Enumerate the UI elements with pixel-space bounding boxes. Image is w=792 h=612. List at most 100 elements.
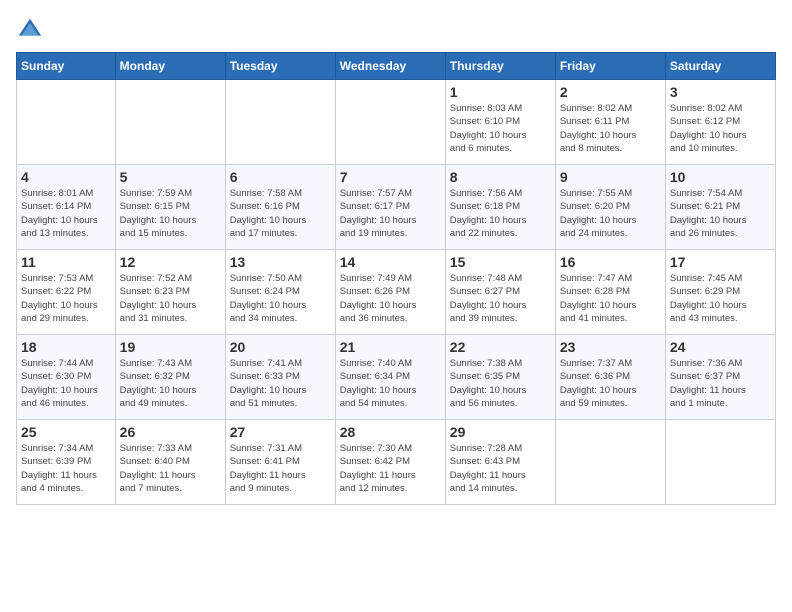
calendar-cell: 26 Sunrise: 7:33 AM Sunset: 6:40 PM Dayli… (115, 420, 225, 505)
day-info: Sunrise: 7:59 AM Sunset: 6:15 PM Dayligh… (120, 187, 221, 240)
calendar-cell (555, 420, 665, 505)
calendar-week-4: 18 Sunrise: 7:44 AM Sunset: 6:30 PM Dayli… (17, 335, 776, 420)
day-info: Sunrise: 7:28 AM Sunset: 6:43 PM Dayligh… (450, 442, 551, 495)
day-number: 18 (21, 339, 111, 355)
day-info: Sunrise: 7:34 AM Sunset: 6:39 PM Dayligh… (21, 442, 111, 495)
weekday-header-saturday: Saturday (665, 53, 775, 80)
weekday-header-wednesday: Wednesday (335, 53, 445, 80)
day-number: 25 (21, 424, 111, 440)
calendar-cell: 21Sunrise: 7:40 AM Sunset: 6:34 PM Dayli… (335, 335, 445, 420)
day-info: Sunrise: 8:01 AM Sunset: 6:14 PM Dayligh… (21, 187, 111, 240)
day-number: 23 (560, 339, 661, 355)
weekday-header-friday: Friday (555, 53, 665, 80)
day-number: 19 (120, 339, 221, 355)
calendar-cell: 28 Sunrise: 7:30 AM Sunset: 6:42 PM Dayli… (335, 420, 445, 505)
weekday-header-monday: Monday (115, 53, 225, 80)
calendar-cell: 18 Sunrise: 7:44 AM Sunset: 6:30 PM Dayli… (17, 335, 116, 420)
day-number: 11 (21, 254, 111, 270)
day-info: Sunrise: 7:57 AM Sunset: 6:17 PM Dayligh… (340, 187, 441, 240)
weekday-header-row: SundayMondayTuesdayWednesdayThursdayFrid… (17, 53, 776, 80)
day-info: Sunrise: 7:36 AM Sunset: 6:37 PM Dayligh… (670, 357, 771, 410)
day-number: 9 (560, 169, 661, 185)
day-number: 29 (450, 424, 551, 440)
day-number: 13 (230, 254, 331, 270)
day-number: 27 (230, 424, 331, 440)
calendar-cell: 15 Sunrise: 7:48 AM Sunset: 6:27 PM Dayli… (445, 250, 555, 335)
calendar-cell (17, 80, 116, 165)
day-info: Sunrise: 7:47 AM Sunset: 6:28 PM Dayligh… (560, 272, 661, 325)
day-number: 1 (450, 84, 551, 100)
calendar-cell (115, 80, 225, 165)
day-number: 6 (230, 169, 331, 185)
calendar-week-2: 4 Sunrise: 8:01 AM Sunset: 6:14 PM Daylig… (17, 165, 776, 250)
day-info: Sunrise: 8:03 AM Sunset: 6:10 PM Dayligh… (450, 102, 551, 155)
calendar-cell: 27 Sunrise: 7:31 AM Sunset: 6:41 PM Dayli… (225, 420, 335, 505)
day-number: 15 (450, 254, 551, 270)
day-number: 4 (21, 169, 111, 185)
page-header (16, 16, 776, 44)
day-number: 5 (120, 169, 221, 185)
calendar-cell: 17Sunrise: 7:45 AM Sunset: 6:29 PM Dayli… (665, 250, 775, 335)
day-number: 14 (340, 254, 441, 270)
day-number: 16 (560, 254, 661, 270)
day-info: Sunrise: 7:48 AM Sunset: 6:27 PM Dayligh… (450, 272, 551, 325)
day-info: Sunrise: 7:37 AM Sunset: 6:36 PM Dayligh… (560, 357, 661, 410)
calendar-cell: 7 Sunrise: 7:57 AM Sunset: 6:17 PM Daylig… (335, 165, 445, 250)
day-number: 26 (120, 424, 221, 440)
day-info: Sunrise: 7:30 AM Sunset: 6:42 PM Dayligh… (340, 442, 441, 495)
day-number: 20 (230, 339, 331, 355)
calendar-cell: 1 Sunrise: 8:03 AM Sunset: 6:10 PM Daylig… (445, 80, 555, 165)
day-info: Sunrise: 7:54 AM Sunset: 6:21 PM Dayligh… (670, 187, 771, 240)
calendar-cell (225, 80, 335, 165)
day-info: Sunrise: 7:56 AM Sunset: 6:18 PM Dayligh… (450, 187, 551, 240)
weekday-header-thursday: Thursday (445, 53, 555, 80)
calendar-cell: 9 Sunrise: 7:55 AM Sunset: 6:20 PM Daylig… (555, 165, 665, 250)
logo (16, 16, 48, 44)
calendar-cell: 8 Sunrise: 7:56 AM Sunset: 6:18 PM Daylig… (445, 165, 555, 250)
calendar-week-1: 1 Sunrise: 8:03 AM Sunset: 6:10 PM Daylig… (17, 80, 776, 165)
calendar-cell (335, 80, 445, 165)
day-info: Sunrise: 7:43 AM Sunset: 6:32 PM Dayligh… (120, 357, 221, 410)
calendar-cell: 3Sunrise: 8:02 AM Sunset: 6:12 PM Daylig… (665, 80, 775, 165)
calendar-cell: 14Sunrise: 7:49 AM Sunset: 6:26 PM Dayli… (335, 250, 445, 335)
day-info: Sunrise: 7:40 AM Sunset: 6:34 PM Dayligh… (340, 357, 441, 410)
calendar-cell: 10 Sunrise: 7:54 AM Sunset: 6:21 PM Dayli… (665, 165, 775, 250)
day-info: Sunrise: 7:41 AM Sunset: 6:33 PM Dayligh… (230, 357, 331, 410)
day-info: Sunrise: 8:02 AM Sunset: 6:12 PM Dayligh… (670, 102, 771, 155)
day-number: 22 (450, 339, 551, 355)
day-number: 12 (120, 254, 221, 270)
calendar-week-3: 11Sunrise: 7:53 AM Sunset: 6:22 PM Dayli… (17, 250, 776, 335)
day-info: Sunrise: 7:38 AM Sunset: 6:35 PM Dayligh… (450, 357, 551, 410)
calendar-cell: 4 Sunrise: 8:01 AM Sunset: 6:14 PM Daylig… (17, 165, 116, 250)
calendar-cell: 2 Sunrise: 8:02 AM Sunset: 6:11 PM Daylig… (555, 80, 665, 165)
calendar-cell: 19 Sunrise: 7:43 AM Sunset: 6:32 PM Dayli… (115, 335, 225, 420)
day-info: Sunrise: 7:44 AM Sunset: 6:30 PM Dayligh… (21, 357, 111, 410)
day-number: 17 (670, 254, 771, 270)
weekday-header-tuesday: Tuesday (225, 53, 335, 80)
day-info: Sunrise: 7:33 AM Sunset: 6:40 PM Dayligh… (120, 442, 221, 495)
calendar-cell: 11Sunrise: 7:53 AM Sunset: 6:22 PM Dayli… (17, 250, 116, 335)
calendar-cell: 5 Sunrise: 7:59 AM Sunset: 6:15 PM Daylig… (115, 165, 225, 250)
day-number: 8 (450, 169, 551, 185)
day-number: 10 (670, 169, 771, 185)
calendar-table: SundayMondayTuesdayWednesdayThursdayFrid… (16, 52, 776, 505)
day-info: Sunrise: 7:52 AM Sunset: 6:23 PM Dayligh… (120, 272, 221, 325)
calendar-cell: 23 Sunrise: 7:37 AM Sunset: 6:36 PM Dayli… (555, 335, 665, 420)
calendar-cell: 6Sunrise: 7:58 AM Sunset: 6:16 PM Daylig… (225, 165, 335, 250)
day-number: 28 (340, 424, 441, 440)
calendar-cell: 25 Sunrise: 7:34 AM Sunset: 6:39 PM Dayli… (17, 420, 116, 505)
logo-icon (16, 16, 44, 44)
calendar-cell: 16 Sunrise: 7:47 AM Sunset: 6:28 PM Dayli… (555, 250, 665, 335)
calendar-cell: 22 Sunrise: 7:38 AM Sunset: 6:35 PM Dayli… (445, 335, 555, 420)
weekday-header-sunday: Sunday (17, 53, 116, 80)
day-number: 24 (670, 339, 771, 355)
day-info: Sunrise: 7:31 AM Sunset: 6:41 PM Dayligh… (230, 442, 331, 495)
calendar-cell: 12 Sunrise: 7:52 AM Sunset: 6:23 PM Dayli… (115, 250, 225, 335)
day-number: 2 (560, 84, 661, 100)
calendar-cell: 13Sunrise: 7:50 AM Sunset: 6:24 PM Dayli… (225, 250, 335, 335)
calendar-cell (665, 420, 775, 505)
calendar-cell: 29 Sunrise: 7:28 AM Sunset: 6:43 PM Dayli… (445, 420, 555, 505)
day-info: Sunrise: 7:55 AM Sunset: 6:20 PM Dayligh… (560, 187, 661, 240)
day-number: 7 (340, 169, 441, 185)
day-info: Sunrise: 8:02 AM Sunset: 6:11 PM Dayligh… (560, 102, 661, 155)
